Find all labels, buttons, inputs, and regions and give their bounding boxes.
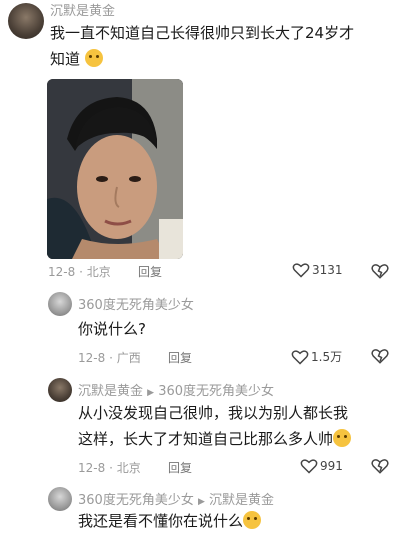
dislike-icon[interactable] (371, 262, 389, 280)
comment-location: 广西 (116, 351, 141, 365)
comment-meta: 12-8 · 北京 (48, 263, 111, 280)
dislike-icon[interactable] (371, 457, 389, 475)
comment-text-line-end: 知道 (50, 50, 81, 68)
reply-button[interactable]: 回复 (168, 459, 192, 476)
comment-author[interactable]: 沉默是黄金 (50, 0, 115, 19)
comment-location: 北京 (86, 265, 111, 279)
comment-text: 我还是看不懂你在说什么 (78, 508, 262, 534)
comment-author-line: 沉默是黄金 ▶ 360度无死角美少女 (78, 380, 274, 399)
comment-text-line: 我一直不知道自己长得很帅只到长大了24岁才 (50, 24, 355, 42)
comment-author-line: 360度无死角美少女 ▶ 沉默是黄金 (78, 489, 274, 508)
comment-author[interactable]: 360度无死角美少女 (78, 294, 194, 313)
separator: · (79, 265, 83, 279)
dislike-icon[interactable] (371, 347, 389, 365)
comment-date: 12-8 (48, 265, 76, 279)
comment-date: 12-8 (78, 461, 106, 475)
comment-text: 我一直不知道自己长得很帅只到长大了24岁才 知道 (50, 20, 402, 72)
heart-icon (300, 459, 318, 474)
like-button[interactable]: 1.5万 (291, 348, 342, 365)
separator: · (109, 461, 113, 475)
comment-date: 12-8 (78, 351, 106, 365)
comment-text-line: 从小没发现自己很帅，我以为别人都长我 (78, 404, 349, 422)
comment-text: 你说什么? (78, 320, 146, 338)
like-button[interactable]: 3131 (292, 262, 343, 278)
portrait-photo (47, 79, 183, 259)
reply-arrow-icon: ▶ (147, 388, 155, 398)
comment-text: 从小没发现自己很帅，我以为别人都长我 这样，长大了才知道自己比那么多人帅 (78, 400, 398, 452)
avatar[interactable] (48, 378, 72, 402)
comment-text-line-end: 这样，长大了才知道自己比那么多人帅 (78, 430, 334, 448)
heart-icon (292, 263, 310, 278)
reply-to-author[interactable]: 沉默是黄金 (209, 493, 274, 508)
comment-author[interactable]: 沉默是黄金 (78, 384, 143, 399)
like-count: 1.5万 (311, 350, 343, 364)
separator: · (109, 351, 113, 365)
like-button[interactable]: 991 (300, 458, 343, 474)
reply-button[interactable]: 回复 (168, 349, 192, 366)
comment-text-line: 知道 (50, 46, 402, 72)
avatar[interactable] (48, 292, 72, 316)
reply-arrow-icon: ▶ (197, 497, 205, 507)
reply-button[interactable]: 回复 (138, 263, 162, 280)
avatar[interactable] (8, 3, 44, 39)
crying-laugh-icon (84, 49, 103, 67)
heart-icon (291, 349, 309, 365)
comment-text-line: 我还是看不懂你在说什么 (78, 512, 244, 530)
comment-meta: 12-8 · 广西 (78, 349, 141, 366)
comment-author[interactable]: 360度无死角美少女 (78, 493, 194, 508)
like-count: 991 (320, 459, 343, 473)
crying-laugh-icon (333, 429, 352, 447)
like-count: 3131 (312, 263, 343, 277)
crying-laugh-icon (243, 511, 262, 529)
comment-image[interactable] (47, 79, 183, 259)
comment-text-line: 这样，长大了才知道自己比那么多人帅 (78, 426, 398, 452)
comment-location: 北京 (116, 461, 141, 475)
avatar[interactable] (48, 487, 72, 511)
reply-to-author[interactable]: 360度无死角美少女 (158, 384, 274, 399)
comment-meta: 12-8 · 北京 (78, 459, 141, 476)
